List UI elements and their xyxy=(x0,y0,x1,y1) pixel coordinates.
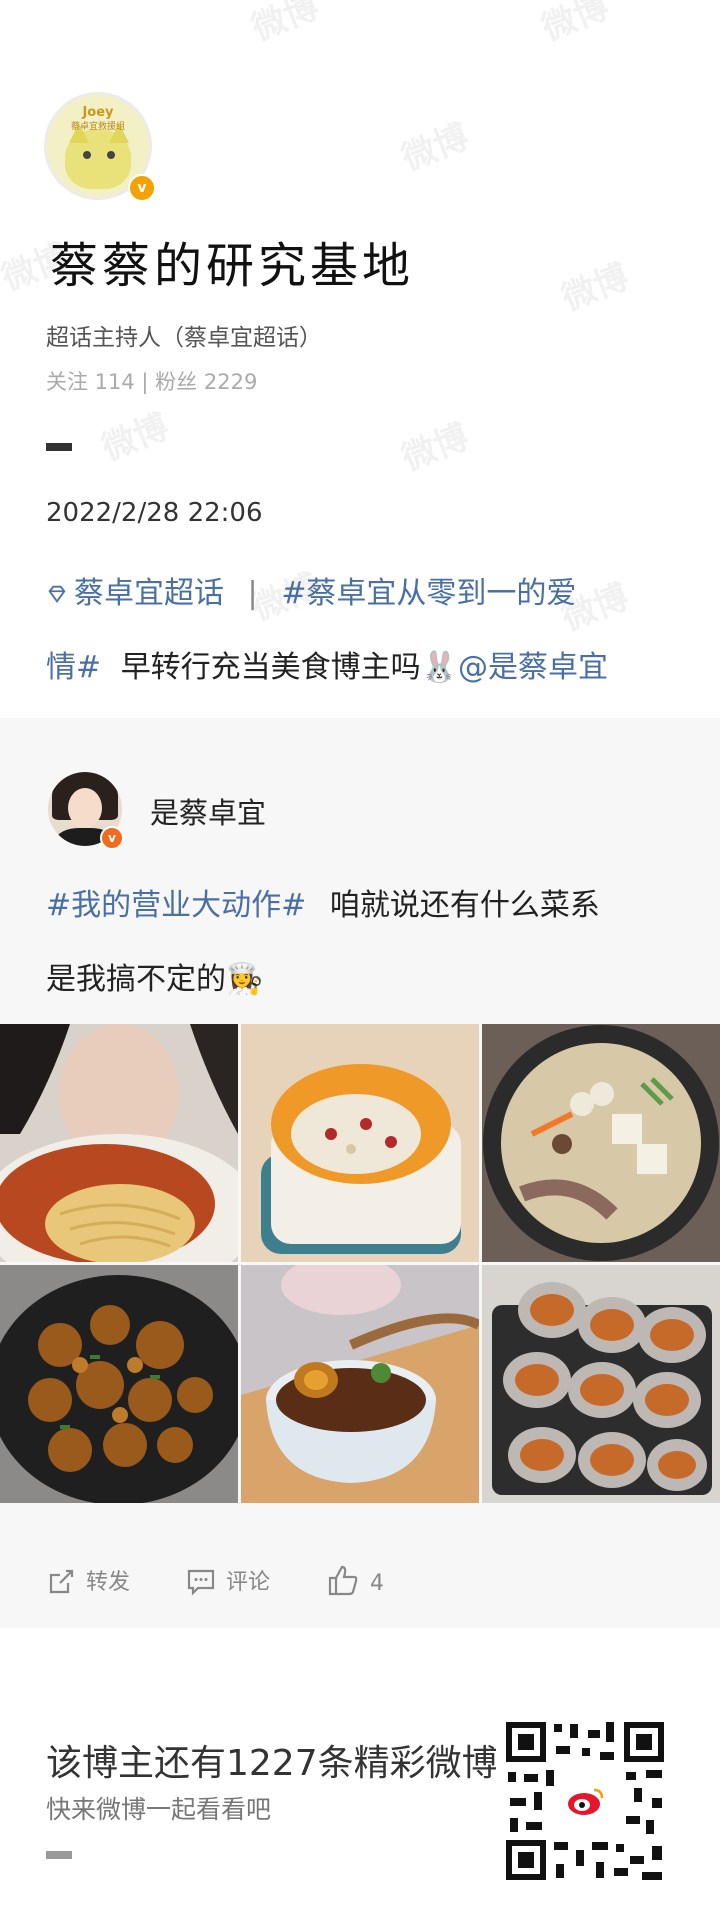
comment-button[interactable]: 评论 xyxy=(186,1564,270,1597)
action-bar: 转发 评论 4 xyxy=(0,1556,720,1606)
qr-code[interactable] xyxy=(496,1712,674,1890)
repost-body: 是我搞不定的 xyxy=(46,962,226,997)
photo-braised-chicken[interactable] xyxy=(0,1265,238,1503)
follow-stats: 关注 114 | 粉丝 2229 xyxy=(46,370,258,394)
photo-grid xyxy=(0,1024,720,1504)
watermark: 微博 xyxy=(396,416,475,480)
repost-text-line-2: 是我搞不定的👩‍🍳 xyxy=(46,954,263,998)
thumbs-up-icon xyxy=(328,1565,358,1596)
repost-body: 咱就说还有什么菜系 xyxy=(329,888,600,923)
post-body: 早转行充当美食博主吗 xyxy=(120,650,421,685)
divider xyxy=(46,1851,72,1859)
page-title: 蔡蔡的研究基地 xyxy=(50,238,415,294)
hashtag-link-end[interactable]: 情# xyxy=(46,650,101,685)
repost-label: 转发 xyxy=(86,1570,131,1595)
divider xyxy=(46,443,72,451)
chef-emoji-icon: 👩‍🍳 xyxy=(226,962,264,997)
footer-headline: 该博主还有1227条精彩微博 xyxy=(46,1743,498,1784)
avatar-logo-text: Joey xyxy=(82,105,114,120)
avatar-logo-subtext: 蔡卓宜救援组 xyxy=(70,122,125,132)
diamond-icon xyxy=(48,585,66,603)
watermark: 微博 xyxy=(556,256,635,320)
author-name[interactable]: 是蔡卓宜 xyxy=(150,790,266,832)
separator: | xyxy=(247,576,258,611)
watermark: 微博 xyxy=(96,406,175,470)
watermark: 微博 xyxy=(536,0,615,50)
reposted-weibo[interactable]: v 是蔡卓宜 #我的营业大动作# 咱就说还有什么菜系 是我搞不定的👩‍🍳 xyxy=(0,718,720,1628)
post-text-line-1: 蔡卓宜超话 | #蔡卓宜从零到一的爱 xyxy=(46,568,576,612)
verified-badge-icon: v xyxy=(100,826,124,850)
mention-link[interactable]: @是蔡卓宜 xyxy=(458,650,608,685)
like-count: 4 xyxy=(370,1571,384,1596)
photo-papaya-dessert[interactable] xyxy=(241,1024,479,1262)
hashtag-link[interactable]: #我的营业大动作# xyxy=(46,888,306,923)
photo-hotpot[interactable] xyxy=(482,1024,720,1262)
verified-badge-icon: v xyxy=(128,174,156,202)
photo-braised-pork-rice[interactable] xyxy=(241,1265,479,1503)
repost-button[interactable]: 转发 xyxy=(46,1564,130,1597)
share-icon xyxy=(49,1569,74,1594)
post-text-line-2: 情# 早转行充当美食博主吗🐰@是蔡卓宜 xyxy=(46,642,608,686)
host-label: 超话主持人（蔡卓宜超话） xyxy=(46,325,322,351)
rabbit-emoji-icon: 🐰 xyxy=(420,650,459,685)
photo-abalone[interactable] xyxy=(482,1265,720,1503)
topic-avatar[interactable]: Joey 蔡卓宜救援组 v xyxy=(44,92,158,206)
watermark: 微博 xyxy=(396,116,475,180)
hashtag-link[interactable]: #蔡卓宜从零到一的爱 xyxy=(281,576,576,611)
topic-link[interactable]: 蔡卓宜超话 xyxy=(46,576,224,611)
watermark: 微博 xyxy=(246,0,325,50)
footer-subline: 快来微博一起看看吧 xyxy=(46,1795,272,1824)
like-button[interactable]: 4 xyxy=(326,1564,384,1598)
post-date: 2022/2/28 22:06 xyxy=(46,498,263,528)
photo-spaghetti[interactable] xyxy=(0,1024,238,1262)
comment-icon xyxy=(187,1569,215,1596)
comment-label: 评论 xyxy=(226,1570,271,1595)
repost-text-line-1: #我的营业大动作# 咱就说还有什么菜系 xyxy=(46,880,600,924)
topic-link-label: 蔡卓宜超话 xyxy=(74,576,224,611)
